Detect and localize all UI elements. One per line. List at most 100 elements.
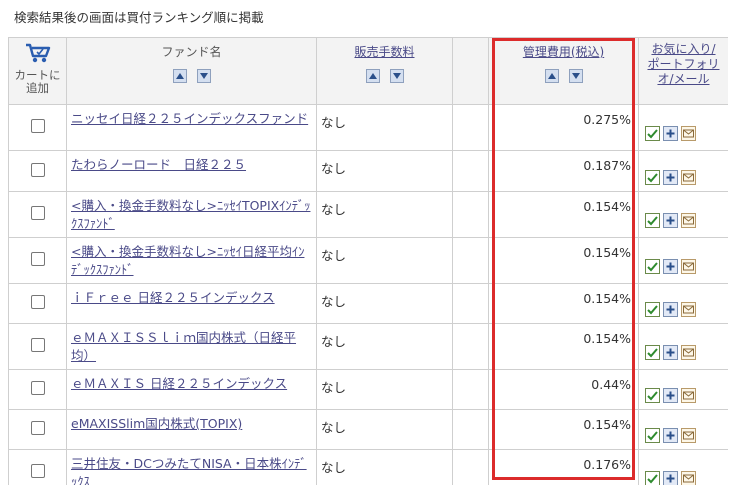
fund-name-cell: 三井住友・DCつみたてNISA・日本株ｲﾝﾃﾞｯｸｽ — [66, 449, 317, 485]
fund-name-link[interactable]: <購入・換金手数料なし>ﾆｯｾｲ日経平均ｲﾝﾃﾞｯｸｽﾌｧﾝﾄﾞ — [67, 238, 316, 283]
fee-value: なし — [321, 248, 347, 263]
cost-value: 0.154% — [583, 245, 631, 260]
check-icon[interactable] — [645, 259, 660, 274]
check-icon[interactable] — [645, 471, 660, 485]
add-to-cart-checkbox[interactable] — [30, 119, 45, 133]
favorite-cell — [638, 150, 728, 192]
check-icon[interactable] — [645, 169, 660, 185]
fee-value: なし — [321, 420, 347, 435]
fund-name-cell: ｅＭＡＸＩＳＳｌｉｍ国内株式（日経平均） — [66, 323, 317, 370]
mail-icon[interactable] — [681, 126, 696, 141]
plus-icon[interactable] — [663, 302, 678, 317]
mail-icon[interactable] — [681, 471, 696, 485]
check-icon[interactable] — [645, 388, 660, 403]
fund-name-cell: ｅＭＡＸＩＳ 日経２２５インデックス — [66, 369, 317, 410]
sort-up-icon[interactable] — [172, 68, 187, 83]
fee-value: なし — [321, 115, 347, 130]
fund-name-link[interactable]: ｅＭＡＸＩＳＳｌｉｍ国内株式（日経平均） — [67, 324, 316, 369]
plus-icon[interactable] — [663, 126, 678, 141]
mail-icon[interactable] — [681, 345, 696, 360]
table-row: たわらノーロード 日経２２５ なし 0.187% — [8, 150, 728, 192]
sort-down-icon[interactable] — [196, 68, 211, 83]
table-row: ｉＦｒｅｅ 日経２２５インデックス なし 0.154% — [8, 283, 728, 324]
favorite-cell — [638, 449, 728, 485]
check-icon[interactable] — [645, 126, 660, 141]
blank-cell — [452, 237, 489, 284]
add-to-cart-checkbox[interactable] — [30, 338, 45, 352]
cart-cell — [8, 369, 67, 410]
fee-value: なし — [321, 294, 347, 309]
cost-value: 0.154% — [583, 291, 631, 306]
sort-up-icon[interactable] — [365, 68, 380, 83]
check-icon[interactable] — [645, 428, 660, 443]
cost-cell: 0.154% — [488, 191, 639, 238]
fund-name-link[interactable]: <購入・換金手数料なし>ﾆｯｾｲTOPIXｲﾝﾃﾞｯｸｽﾌｧﾝﾄﾞ — [67, 192, 316, 237]
cost-cell: 0.275% — [488, 104, 639, 151]
add-to-cart-checkbox[interactable] — [30, 162, 45, 177]
sort-down-icon[interactable] — [389, 68, 404, 83]
check-icon[interactable] — [645, 302, 660, 317]
fee-cell: なし — [316, 150, 453, 192]
fund-name-link[interactable]: ｉＦｒｅｅ 日経２２５インデックス — [67, 284, 316, 311]
plus-icon[interactable] — [663, 428, 678, 443]
sort-down-icon[interactable] — [568, 68, 583, 83]
mail-icon[interactable] — [681, 302, 696, 317]
plus-icon[interactable] — [663, 213, 678, 228]
cart-icon — [24, 43, 52, 68]
plus-icon[interactable] — [663, 345, 678, 360]
add-to-cart-checkbox[interactable] — [30, 206, 45, 220]
add-to-cart-checkbox[interactable] — [30, 464, 45, 478]
blank-cell — [452, 323, 489, 370]
fund-name-header-label: ファンド名 — [161, 45, 222, 59]
plus-icon[interactable] — [663, 169, 678, 185]
cost-value: 0.44% — [591, 377, 631, 392]
fund-name-link[interactable]: たわらノーロード 日経２２５ — [67, 151, 316, 178]
favorite-cell — [638, 283, 728, 324]
add-to-cart-checkbox[interactable] — [30, 295, 45, 309]
mail-icon[interactable] — [681, 169, 696, 185]
fee-cell: なし — [316, 283, 453, 324]
favorite-header-line3: オ/メール — [657, 72, 710, 86]
plus-icon[interactable] — [663, 388, 678, 403]
fee-header-link[interactable]: 販売手数料 — [317, 43, 452, 60]
mail-icon[interactable] — [681, 213, 696, 228]
check-icon[interactable] — [645, 213, 660, 228]
cart-cell — [8, 283, 67, 324]
mail-icon[interactable] — [681, 259, 696, 274]
fee-column-header: 販売手数料 — [316, 37, 453, 105]
fee-value: なし — [321, 460, 347, 475]
cost-header-link[interactable]: 管理費用(税込) — [489, 43, 638, 60]
fund-name-cell: ニッセイ日経２２５インデックスファンド — [66, 104, 317, 151]
add-to-cart-checkbox[interactable] — [30, 381, 45, 395]
fund-name-cell: たわらノーロード 日経２２５ — [66, 150, 317, 192]
sort-up-icon[interactable] — [544, 68, 559, 83]
favorite-header-link[interactable]: お気に入り/ ポートフォリ オ/メール — [639, 38, 728, 87]
page-caption: 検索結果後の画面は買付ランキング順に掲載 — [14, 10, 264, 25]
blank-column-header — [452, 37, 489, 105]
blank-cell — [452, 104, 489, 151]
fee-value: なし — [321, 334, 347, 349]
cart-cell — [8, 323, 67, 370]
fund-name-link[interactable]: ニッセイ日経２２５インデックスファンド — [67, 105, 316, 132]
favorite-cell — [638, 409, 728, 450]
mail-icon[interactable] — [681, 428, 696, 443]
fund-name-cell: ｉＦｒｅｅ 日経２２５インデックス — [66, 283, 317, 324]
add-to-cart-checkbox[interactable] — [30, 421, 45, 435]
cost-value: 0.176% — [583, 457, 631, 472]
cart-cell — [8, 150, 67, 192]
cart-cell — [8, 237, 67, 284]
blank-cell — [452, 369, 489, 410]
plus-icon[interactable] — [663, 471, 678, 485]
fund-name-link[interactable]: eMAXISSlim国内株式(TOPIX) — [67, 410, 316, 437]
cost-cell: 0.44% — [488, 369, 639, 410]
check-icon[interactable] — [645, 345, 660, 360]
favorite-column-header: お気に入り/ ポートフォリ オ/メール — [638, 37, 728, 105]
fund-name-link[interactable]: 三井住友・DCつみたてNISA・日本株ｲﾝﾃﾞｯｸｽ — [67, 450, 316, 485]
fund-name-link[interactable]: ｅＭＡＸＩＳ 日経２２５インデックス — [67, 370, 316, 397]
table-row: 三井住友・DCつみたてNISA・日本株ｲﾝﾃﾞｯｸｽ なし 0.176% — [8, 449, 728, 485]
cost-cell: 0.154% — [488, 409, 639, 450]
add-to-cart-checkbox[interactable] — [30, 252, 45, 266]
mail-icon[interactable] — [681, 388, 696, 403]
cart-cell — [8, 409, 67, 450]
plus-icon[interactable] — [663, 259, 678, 274]
